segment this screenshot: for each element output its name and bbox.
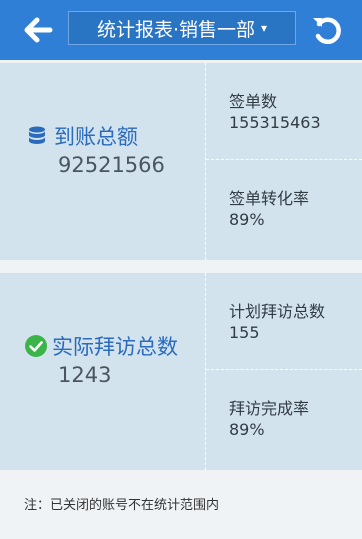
conversion-rate-label: 签单转化率 [229,189,310,208]
revenue-card: 到账总额 92521566 签单数 155315463 签单转化率 89% [0,63,362,260]
divider [206,369,362,370]
app-header: 统计报表·销售一部 ▾ [0,0,362,60]
visit-completion-label: 拜访完成率 [229,399,310,418]
database-icon [29,126,45,144]
actual-visits-label-text: 实际拜访总数 [52,335,178,359]
planned-visits-label: 计划拜访总数 [229,302,326,321]
visits-card: 实际拜访总数 1243 计划拜访总数 155 拜访完成率 89% [0,273,362,470]
planned-visits-value: 155 [229,323,260,342]
refresh-icon [313,17,341,44]
back-button[interactable] [20,12,56,48]
chevron-down-icon: ▾ [261,21,268,35]
arrow-left-icon [24,17,53,43]
revenue-value: 92521566 [58,153,165,177]
footnote: 注：已关闭的账号不在统计范围内 [24,498,220,513]
report-title-dropdown[interactable]: 统计报表·销售一部 ▾ [68,11,296,45]
divider [205,63,206,260]
actual-visits-value: 1243 [58,363,112,387]
signed-count-value: 155315463 [229,113,321,132]
revenue-label-text: 到账总额 [54,125,138,149]
page-title: 统计报表·销售一部 [96,18,255,41]
divider [205,273,206,470]
actual-visits-label: 实际拜访总数 [24,331,178,361]
check-circle-icon [25,335,47,357]
conversion-rate-value: 89% [229,210,265,229]
divider [206,159,362,160]
refresh-button[interactable] [309,12,345,48]
revenue-label: 到账总额 [28,121,138,151]
visit-completion-value: 89% [229,420,265,439]
signed-count-label: 签单数 [229,92,278,111]
